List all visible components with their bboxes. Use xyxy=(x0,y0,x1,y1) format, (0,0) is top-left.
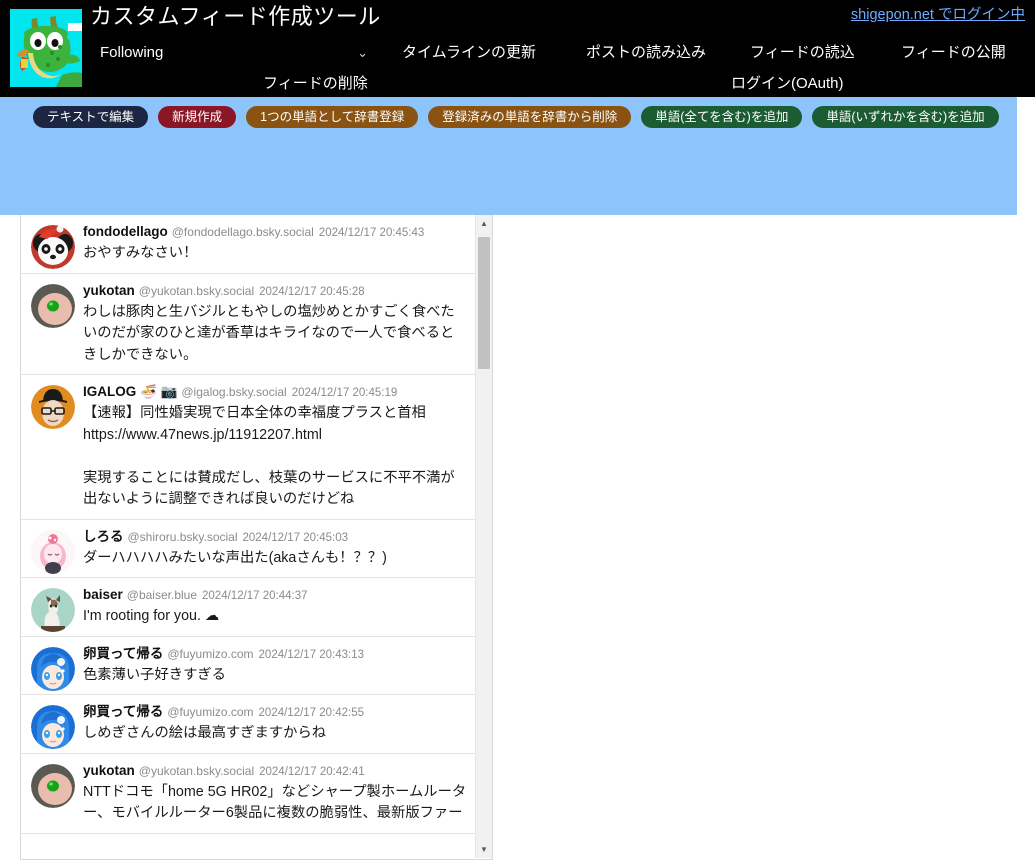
post-timestamp: 2024/12/17 20:45:19 xyxy=(291,387,398,399)
post-text: 【速報】同性婚実現で日本全体の幸福度プラスと首相 https://www.47n… xyxy=(83,405,455,507)
post-item[interactable]: しろる @shiroru.bsky.social 2024/12/17 20:45:… xyxy=(21,520,476,578)
post-timestamp: 2024/12/17 20:43:13 xyxy=(258,648,365,661)
add-word-all-button[interactable]: 単語(全てを含む)を追加 xyxy=(641,106,803,128)
nav-login-oauth[interactable]: ログイン(OAuth) xyxy=(731,68,844,97)
post-text: しめぎさんの絵は最高すぎますからね xyxy=(83,725,327,741)
post-list: fondodellago @fondodellago.bsky.social 202… xyxy=(21,215,476,834)
post-text: わしは豚肉と生バジルともやしの塩炒めとかすごく食べたいのだが家のひと達が香草はキ… xyxy=(83,303,455,363)
post-timestamp: 2024/12/17 20:42:41 xyxy=(259,765,365,778)
pink-anime-avatar xyxy=(31,529,75,574)
post-display-name: 卵買って帰る xyxy=(83,704,164,719)
post-handle: @fuyumizo.com xyxy=(167,705,254,719)
post-handle: @shiroru.bsky.social xyxy=(127,529,238,544)
post-text: NTTドコモ「home 5G HR02」などシャープ製ホームルーター、モバイルル… xyxy=(83,783,467,822)
create-new-button[interactable]: 新規作成 xyxy=(158,106,237,128)
nav-publish-feed[interactable]: フィードの公開 xyxy=(901,37,1006,68)
post-list-scrollbar[interactable]: ▲ ▼ xyxy=(475,215,492,858)
post-list-pane: fondodellago @fondodellago.bsky.social 202… xyxy=(20,215,493,860)
main-content: fondodellago @fondodellago.bsky.social 202… xyxy=(0,215,1035,867)
post-display-name: yukotan xyxy=(83,762,135,778)
post-handle: @baiser.blue xyxy=(126,588,198,602)
post-item[interactable]: yukotan @yukotan.bsky.social 2024/12/17 20… xyxy=(21,754,476,834)
feed-select-value: Following xyxy=(100,44,164,61)
post-handle: @fondodellago.bsky.social xyxy=(171,225,314,239)
post-timestamp: 2024/12/17 20:44:37 xyxy=(202,590,308,602)
post-text: I'm rooting for you. ☁ xyxy=(83,608,220,624)
hat-glasses-avatar xyxy=(31,385,75,429)
editor-button-bar: テキストで編集 新規作成 1つの単語として辞書登録 登録済みの単語を辞書から削除… xyxy=(33,106,999,128)
post-text: 色素薄い子好きすぎる xyxy=(83,666,226,683)
post-display-name: baiser xyxy=(83,587,123,602)
green-pea-avatar xyxy=(31,283,75,328)
app-header: カスタムフィード作成ツール shigepon.net でログイン中 Follow… xyxy=(0,0,1035,97)
feed-select-dropdown[interactable]: Following ⌄ xyxy=(100,37,380,68)
post-handle: @igalog.bsky.social xyxy=(181,385,287,399)
post-meta: IGALOG 🍜 📷 @igalog.bsky.social 2024/12/17 … xyxy=(83,383,468,402)
post-display-name: fondodellago xyxy=(83,224,168,239)
post-item[interactable]: fondodellago @fondodellago.bsky.social 202… xyxy=(21,215,476,274)
post-item[interactable]: 卵買って帰る @fuyumizo.com 2024/12/17 20:42:55 し… xyxy=(21,695,476,754)
post-display-name: しろる xyxy=(83,528,124,544)
post-item[interactable]: baiser @baiser.blue 2024/12/17 20:44:37 I'… xyxy=(21,578,476,637)
post-handle: @yukotan.bsky.social xyxy=(138,763,255,778)
condition-editor-panel: テキストで編集 新規作成 1つの単語として辞書登録 登録済みの単語を辞書から削除… xyxy=(0,97,1017,215)
blue-hair-anime-avatar xyxy=(31,705,75,749)
scrollbar-thumb[interactable] xyxy=(478,237,490,369)
add-word-any-button[interactable]: 単語(いずれかを含む)を追加 xyxy=(812,106,999,128)
nav-load-posts[interactable]: ポストの読み込み xyxy=(586,37,706,68)
post-meta: 卵買って帰る @fuyumizo.com 2024/12/17 20:42:55 xyxy=(83,703,468,722)
post-timestamp: 2024/12/17 20:45:28 xyxy=(259,285,365,298)
post-text: ダーハハハハみたいな声出た(akaさんも！？？) xyxy=(83,549,387,566)
post-display-name: IGALOG 🍜 📷 xyxy=(83,384,178,399)
post-display-name: yukotan xyxy=(83,282,135,298)
nav-refresh-timeline[interactable]: タイムラインの更新 xyxy=(402,37,536,68)
post-item[interactable]: 卵買って帰る @fuyumizo.com 2024/12/17 20:43:13 色… xyxy=(21,637,476,695)
post-timestamp: 2024/12/17 20:45:03 xyxy=(242,531,349,544)
scroll-up-arrow-icon[interactable]: ▲ xyxy=(476,215,492,232)
post-handle: @fuyumizo.com xyxy=(167,646,254,661)
page-title: カスタムフィード作成ツール xyxy=(90,4,381,29)
nav-row-primary: Following ⌄ タイムラインの更新 ポストの読み込み フィードの読込 フ… xyxy=(0,37,1035,68)
post-meta: baiser @baiser.blue 2024/12/17 20:44:37 xyxy=(83,586,468,605)
post-timestamp: 2024/12/17 20:45:43 xyxy=(318,227,425,239)
register-single-word-button[interactable]: 1つの単語として辞書登録 xyxy=(246,106,419,128)
post-timestamp: 2024/12/17 20:42:55 xyxy=(258,707,365,719)
login-status-link[interactable]: shigepon.net でログイン中 xyxy=(851,3,1025,24)
blue-hair-anime-avatar xyxy=(31,646,75,691)
post-meta: fondodellago @fondodellago.bsky.social 202… xyxy=(83,223,468,242)
panda-santa-avatar xyxy=(31,225,75,269)
post-meta: yukotan @yukotan.bsky.social 2024/12/17 20… xyxy=(83,762,468,781)
post-meta: yukotan @yukotan.bsky.social 2024/12/17 20… xyxy=(83,282,468,301)
scroll-down-arrow-icon[interactable]: ▼ xyxy=(476,841,492,858)
post-display-name: 卵買って帰る xyxy=(83,645,164,661)
post-item[interactable]: IGALOG 🍜 📷 @igalog.bsky.social 2024/12/17 … xyxy=(21,375,476,520)
remove-registered-word-button[interactable]: 登録済みの単語を辞書から削除 xyxy=(428,106,632,128)
nav-row-secondary: フィードの削除 ログイン(OAuth) xyxy=(0,68,1035,97)
nav-delete-feed[interactable]: フィードの削除 xyxy=(263,68,368,97)
post-meta: しろる @shiroru.bsky.social 2024/12/17 20:45:… xyxy=(83,528,468,547)
edit-as-text-button[interactable]: テキストで編集 xyxy=(33,106,149,128)
post-meta: 卵買って帰る @fuyumizo.com 2024/12/17 20:43:13 xyxy=(83,645,468,664)
cat-avatar xyxy=(31,588,75,632)
green-pea-avatar xyxy=(31,763,75,808)
post-handle: @yukotan.bsky.social xyxy=(138,283,255,298)
post-item[interactable]: yukotan @yukotan.bsky.social 2024/12/17 20… xyxy=(21,274,476,375)
nav-load-feed[interactable]: フィードの読込 xyxy=(750,37,855,68)
chevron-down-icon: ⌄ xyxy=(357,45,368,60)
post-text: おやすみなさい！ xyxy=(83,245,198,261)
